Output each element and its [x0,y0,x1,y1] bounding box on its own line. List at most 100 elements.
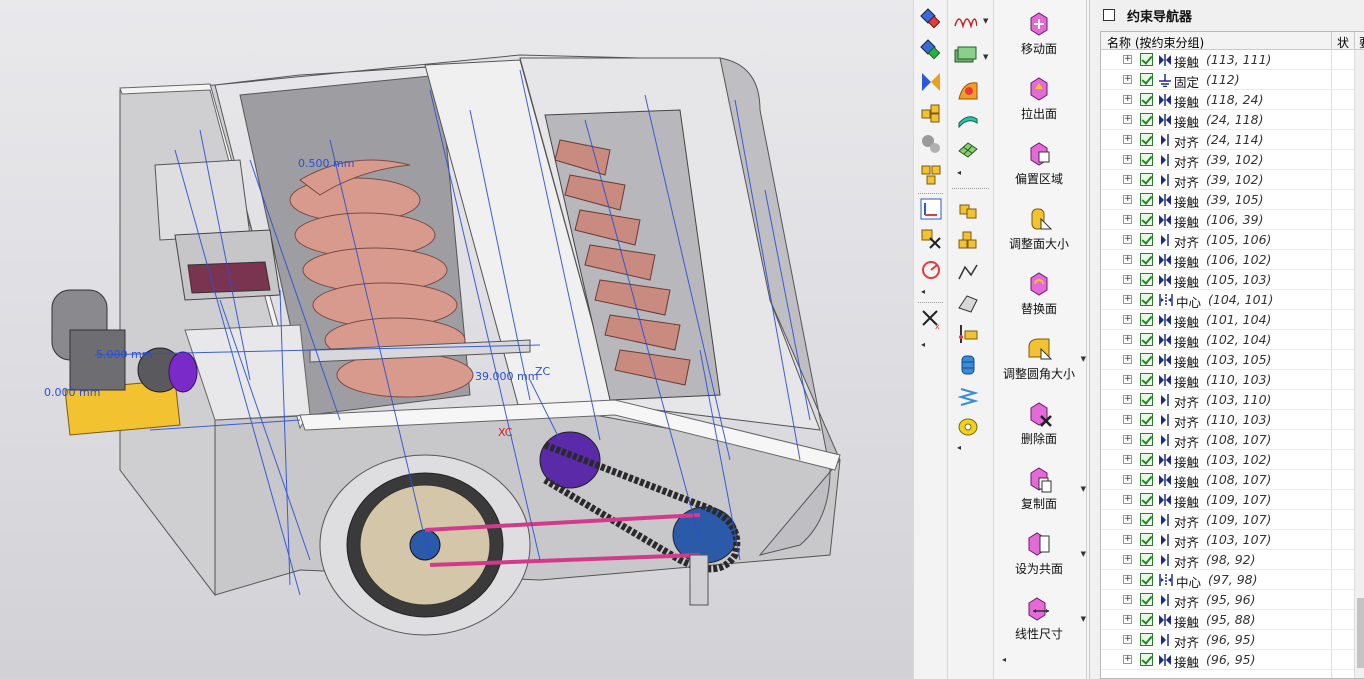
constraint-checkbox[interactable] [1140,433,1153,446]
remove-icon[interactable]: x [919,307,943,331]
coil-icon[interactable] [956,353,980,377]
cubes-icon[interactable] [956,198,980,222]
constraint-checkbox[interactable] [1140,273,1153,286]
tree-scrollbar[interactable] [1354,50,1364,678]
constraint-row[interactable]: + 接触 (96, 95) [1101,650,1356,670]
expand-icon[interactable]: + [1123,475,1132,484]
constraint-checkbox[interactable] [1140,573,1153,586]
column-header-extra[interactable]: 要 [1359,34,1364,51]
constraint-row[interactable]: + 接触 (24, 118) [1101,110,1356,130]
constraint-checkbox[interactable] [1140,233,1153,246]
constraint-tree[interactable]: 名称 (按约束分组) 状 要 + 接触 (113, 111) + 固定 (112) + 接触 (… [1100,31,1364,679]
constraint-row[interactable]: + 对齐 (103, 110) [1101,390,1356,410]
constraint-checkbox[interactable] [1140,393,1153,406]
replace-face-button[interactable]: 替换面 [994,262,1084,324]
constraint-checkbox[interactable] [1140,533,1153,546]
constraint-checkbox[interactable] [1140,593,1153,606]
constraint-checkbox[interactable] [1140,93,1153,106]
constraint-checkbox[interactable] [1140,113,1153,126]
constraint-row[interactable]: + 接触 (103, 105) [1101,350,1356,370]
constraint-row[interactable]: + 对齐 (39, 102) [1101,150,1356,170]
coordinate-icon[interactable] [919,197,943,221]
measure-icon[interactable] [956,322,980,346]
move-face-button[interactable]: 移动面 [994,2,1084,64]
constraint-row[interactable]: + 接触 (105, 103) [1101,270,1356,290]
expand-icon[interactable]: + [1123,315,1132,324]
expand-icon[interactable]: + [1123,415,1132,424]
expand-icon[interactable]: + [1123,255,1132,264]
constraint-row[interactable]: + 对齐 (98, 92) [1101,550,1356,570]
pin-checkbox[interactable] [1103,9,1115,21]
auto-constraint-icon[interactable] [919,7,943,31]
expand-icon[interactable]: + [1123,355,1132,364]
constraint-checkbox[interactable] [1140,73,1153,86]
multi-component-icon[interactable] [919,163,943,187]
constraint-icon[interactable] [919,38,943,62]
constraint-checkbox[interactable] [1140,373,1153,386]
scrollbar-thumb[interactable] [1357,598,1364,668]
expand-icon[interactable]: + [1123,75,1132,84]
mate-icon[interactable] [919,70,943,94]
expand-icon[interactable]: + [1123,375,1132,384]
expand-icon[interactable]: + [1123,115,1132,124]
money-icon[interactable] [953,43,977,67]
expand-icon[interactable]: + [1123,655,1132,664]
column-header-status[interactable]: 状 [1337,34,1349,51]
component-icon[interactable] [919,132,943,156]
expand-icon[interactable]: + [1123,295,1132,304]
constraint-row[interactable]: + 接触 (95, 88) [1101,610,1356,630]
constraint-row[interactable]: + 接触 (101, 104) [1101,310,1356,330]
constraint-checkbox[interactable] [1140,493,1153,506]
expand-icon[interactable]: + [1123,55,1132,64]
expand-icon[interactable]: + [1123,635,1132,644]
cubes-stack-icon[interactable] [956,229,980,253]
assembly-icon[interactable] [919,101,943,125]
constraint-checkbox[interactable] [1140,473,1153,486]
constraint-row[interactable]: + 对齐 (108, 107) [1101,430,1356,450]
constraint-row[interactable]: + 对齐 (109, 107) [1101,510,1356,530]
constraint-row[interactable]: + 中心 (97, 98) [1101,570,1356,590]
constraint-checkbox[interactable] [1140,53,1153,66]
expand-icon[interactable]: + [1123,195,1132,204]
constraint-row[interactable]: + 接触 (39, 105) [1101,190,1356,210]
constraint-checkbox[interactable] [1140,213,1153,226]
constraint-row[interactable]: + 对齐 (110, 103) [1101,410,1356,430]
linear-dimension-button[interactable]: 线性尺寸 ▼ [994,587,1086,649]
expand-icon[interactable]: + [1123,595,1132,604]
expand-icon[interactable]: + [1123,435,1132,444]
expand-icon[interactable]: + [1123,515,1132,524]
resize-face-button[interactable]: 调整面大小 [994,197,1084,259]
constraint-checkbox[interactable] [1140,193,1153,206]
grid-icon[interactable] [956,138,980,162]
expand-icon[interactable]: + [1123,235,1132,244]
expand-icon[interactable]: + [1123,215,1132,224]
make-coplanar-button[interactable]: 设为共面 ▼ [994,522,1086,584]
constraint-checkbox[interactable] [1140,313,1153,326]
profile-icon[interactable] [956,260,980,284]
constraint-row[interactable]: + 固定 (112) [1101,70,1356,90]
constraint-checkbox[interactable] [1140,253,1153,266]
constraint-row[interactable]: + 接触 (110, 103) [1101,370,1356,390]
copy-face-button[interactable]: 复制面 ▼ [994,457,1086,519]
expand-icon[interactable]: + [1123,555,1132,564]
constraint-row[interactable]: + 对齐 (24, 114) [1101,130,1356,150]
delete-face-button[interactable]: 删除面 [994,392,1084,454]
constraint-checkbox[interactable] [1140,293,1153,306]
expand-icon[interactable]: + [1123,495,1132,504]
expand-icon[interactable]: + [1123,175,1132,184]
expand-icon[interactable]: + [1123,575,1132,584]
resize-blend-button[interactable]: 调整圆角大小 ▼ [994,327,1086,389]
constraint-row[interactable]: + 接触 (106, 102) [1101,250,1356,270]
sheet-icon[interactable] [956,108,980,132]
expand-icon[interactable]: + [1123,455,1132,464]
constraint-checkbox[interactable] [1140,613,1153,626]
delete-constraint-icon[interactable] [919,227,943,251]
constraint-row[interactable]: + 接触 (109, 107) [1101,490,1356,510]
constraint-row[interactable]: + 对齐 (96, 95) [1101,630,1356,650]
constraint-row[interactable]: + 接触 (103, 102) [1101,450,1356,470]
constraint-checkbox[interactable] [1140,553,1153,566]
constraint-checkbox[interactable] [1140,333,1153,346]
roll-icon[interactable] [956,415,980,439]
spring-icon[interactable] [953,7,977,31]
constraint-row[interactable]: + 对齐 (105, 106) [1101,230,1356,250]
